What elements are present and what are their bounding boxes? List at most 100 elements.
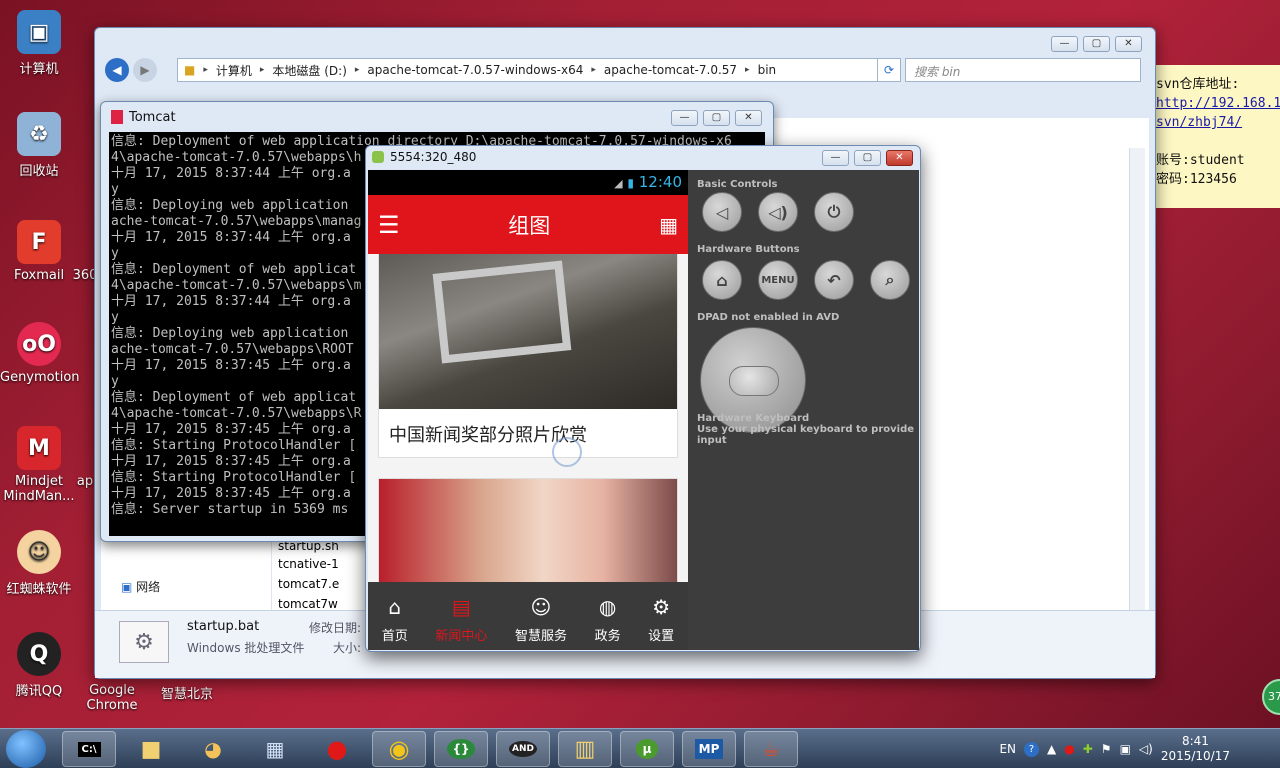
photo-card[interactable]: 中国新闻奖部分照片欣赏 [378, 254, 678, 458]
taskbar-chrome[interactable]: ◉ [372, 731, 426, 767]
status-time: 12:40 [638, 173, 682, 191]
maximize-button[interactable]: ▢ [854, 150, 881, 166]
desktop-icon-foxmail[interactable]: F Foxmail [0, 220, 78, 283]
close-button[interactable]: ✕ [735, 110, 762, 126]
svn-url-link[interactable]: http://192.168.1 [1156, 94, 1280, 113]
maximize-button[interactable]: ▢ [1083, 36, 1110, 52]
tab-settings[interactable]: ⚙ 设置 [648, 595, 674, 644]
desktop-icon-mindjet[interactable]: M Mindjet MindMan... [0, 426, 78, 504]
plus-icon[interactable]: ✚ [1083, 742, 1093, 756]
flag-icon[interactable]: ⚑ [1101, 742, 1112, 756]
tab-government[interactable]: ◍ 政务 [595, 595, 621, 644]
menu-icon[interactable]: ☰ [378, 211, 400, 239]
dpad-center-button[interactable] [729, 366, 779, 396]
volume-down-icon[interactable]: ◁ [702, 192, 742, 232]
volume-up-icon[interactable]: ◁) [758, 192, 798, 232]
desktop-icon-qq[interactable]: Q 腾讯QQ [0, 632, 78, 699]
keyboard-hint: Use your physical keyboard to provide in… [697, 424, 915, 446]
phone-screen[interactable]: ◢ ▮ 12:40 ☰ 组图 ▦ 中国新闻奖部分照片欣赏 ⌂首页 ▤新闻中心 [368, 170, 688, 650]
keyboard-title: Hardware Keyboard [697, 413, 810, 424]
floating-badge[interactable]: 37 [1262, 679, 1280, 715]
breadcrumb-bin[interactable]: bin [758, 63, 777, 77]
desktop-icon-zhbj[interactable]: 智慧北京 [148, 683, 226, 702]
sticky-note[interactable]: svn仓库地址: http://192.168.1 svn/zhbj74/ 账号… [1156, 65, 1280, 208]
taskbar-mindmanager[interactable]: MP [682, 731, 736, 767]
minimize-button[interactable]: — [671, 110, 698, 126]
android-icon [372, 151, 384, 163]
mp-icon: MP [694, 739, 724, 759]
selected-file-name: startup.bat [187, 619, 260, 634]
taskbar: C:\ ■ ◕ ▦ ● ◉ {} AND ▥ µ MP ☕ EN ? ▲ ● ✚… [0, 679, 1280, 768]
news-icon: ▤ [451, 595, 471, 619]
desktop-icon-recycle-bin[interactable]: ♻ 回收站 [0, 112, 78, 179]
taskbar-player[interactable]: ● [310, 731, 364, 767]
emulator-controls: Basic Controls ◁ ◁) ⏻ Hardware Buttons ⌂… [688, 170, 919, 650]
minimize-button[interactable]: — [822, 150, 849, 166]
breadcrumb-tomcat-root[interactable]: apache-tomcat-7.0.57-windows-x64 [367, 63, 583, 77]
news-photo [379, 479, 677, 582]
menu-button[interactable]: MENU [758, 260, 798, 300]
scrollbar[interactable] [1129, 148, 1145, 610]
maximize-button[interactable]: ▢ [703, 110, 730, 126]
power-icon[interactable]: ⏻ [814, 192, 854, 232]
search-input[interactable]: 搜索 bin [905, 58, 1141, 82]
tab-smart-service[interactable]: ☺ 智慧服务 [515, 595, 567, 644]
mindjet-icon: M [17, 426, 61, 470]
nav-network[interactable]: ▣ 网络 [121, 578, 160, 595]
chrome-icon: ◉ [388, 735, 410, 763]
taskbar-brackets[interactable]: {} [434, 731, 488, 767]
back-button-icon[interactable]: ↶ [814, 260, 854, 300]
breadcrumb-computer[interactable]: 计算机 [216, 62, 252, 79]
breadcrumb-tomcat[interactable]: apache-tomcat-7.0.57 [604, 63, 737, 77]
network-icon[interactable]: ▣ [1120, 742, 1131, 756]
search-icon[interactable]: ⌕ [870, 260, 910, 300]
taskbar-android[interactable]: AND [496, 731, 550, 767]
taskbar-folder[interactable]: ■ [124, 731, 178, 767]
smile-icon: ☺ [530, 595, 552, 619]
record-icon[interactable]: ● [1064, 742, 1074, 756]
taskbar-calculator[interactable]: ▦ [248, 731, 302, 767]
app-bar: ☰ 组图 ▦ [368, 195, 688, 254]
back-icon[interactable]: ◀ [105, 58, 129, 82]
card-caption: 中国新闻奖部分照片欣赏 [389, 425, 587, 446]
home-icon: ⌂ [388, 595, 402, 619]
taskbar-explorer[interactable]: ▥ [558, 731, 612, 767]
desktop-icon-computer[interactable]: ▣ 计算机 [0, 10, 78, 77]
desktop-icon-red-spider[interactable]: ☺ 红蜘蛛软件 [0, 530, 78, 597]
dpad-label: DPAD not enabled in AVD [697, 312, 840, 323]
genymotion-icon: oO [17, 322, 61, 366]
desktop-icon-chrome[interactable]: Google Chrome [72, 683, 152, 713]
tab-home[interactable]: ⌂ 首页 [382, 595, 408, 644]
grid-view-icon[interactable]: ▦ [659, 213, 678, 237]
svn-path-link[interactable]: svn/zhbj74/ [1156, 113, 1280, 132]
tab-news-center[interactable]: ▤ 新闻中心 [435, 595, 487, 644]
close-button[interactable]: ✕ [886, 150, 913, 166]
language-indicator[interactable]: EN [999, 742, 1016, 756]
emulator-window[interactable]: 5554:320_480 — ▢ ✕ ◢ ▮ 12:40 ☰ 组图 ▦ 中国新闻… [365, 145, 921, 652]
computer-icon: ▣ [17, 10, 61, 54]
show-hidden-icon[interactable]: ▲ [1047, 742, 1056, 756]
taskbar-java[interactable]: ☕ [744, 731, 798, 767]
home-button-icon[interactable]: ⌂ [702, 260, 742, 300]
taskbar-cmd[interactable]: C:\ [62, 731, 116, 767]
taskbar-paint[interactable]: ◕ [186, 731, 240, 767]
taskbar-utorrent[interactable]: µ [620, 731, 674, 767]
address-bar[interactable]: ■ ▸ 计算机 ▸ 本地磁盘 (D:) ▸ apache-tomcat-7.0.… [177, 58, 897, 82]
refresh-icon[interactable]: ⟳ [877, 58, 901, 82]
photo-card[interactable] [378, 478, 678, 582]
player-icon: ● [326, 735, 348, 763]
clock[interactable]: 8:41 2015/10/17 [1161, 734, 1230, 764]
desktop-icon-genymotion[interactable]: oO Genymotion [0, 322, 80, 385]
photo-feed[interactable]: 中国新闻奖部分照片欣赏 [368, 254, 688, 582]
forward-icon[interactable]: ▶ [133, 58, 157, 82]
app-title: 组图 [508, 213, 551, 238]
volume-icon[interactable]: ◁) [1139, 742, 1153, 756]
android-sdk-icon: AND [509, 741, 537, 757]
start-button[interactable] [6, 730, 46, 768]
minimize-button[interactable]: — [1051, 36, 1078, 52]
help-icon[interactable]: ? [1024, 741, 1040, 757]
close-button[interactable]: ✕ [1115, 36, 1142, 52]
breadcrumb-drive[interactable]: 本地磁盘 (D:) [272, 62, 346, 79]
recycle-bin-icon: ♻ [17, 112, 61, 156]
battery-icon: ▮ [627, 176, 634, 190]
